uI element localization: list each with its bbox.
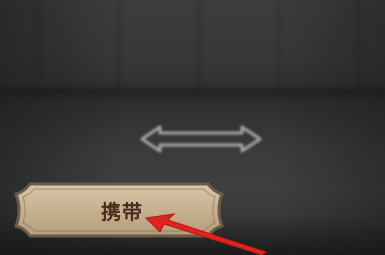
game-scene: 携带: [0, 0, 385, 255]
wall-ledge: [0, 88, 385, 98]
double-arrow-icon: [140, 125, 262, 153]
red-pointer-arrow-icon: [144, 213, 268, 255]
